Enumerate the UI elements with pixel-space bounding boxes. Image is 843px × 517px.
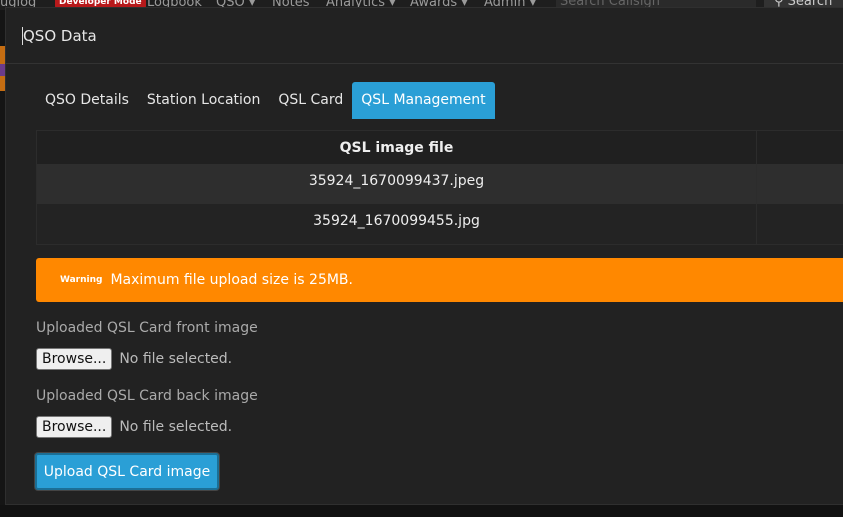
back-file-status: No file selected.	[119, 419, 233, 435]
warning-text: Maximum file upload size is 25MB.	[110, 272, 353, 288]
front-browse-button[interactable]: Browse...	[36, 348, 113, 370]
back-image-label: Uploaded QSL Card back image	[36, 388, 258, 404]
tab-qsl-card[interactable]: QSL Card	[269, 82, 352, 119]
warning-badge: Warning	[60, 275, 103, 285]
tab-qsl-management[interactable]: QSL Management	[352, 82, 495, 119]
upload-qsl-card-button[interactable]: Upload QSL Card image	[35, 453, 219, 490]
qso-data-modal: QSO Data QSO Details Station Location QS…	[5, 7, 843, 505]
front-file-status: No file selected.	[119, 351, 233, 367]
modal-title: QSO Data	[22, 26, 97, 45]
modal-tabs: QSO Details Station Location QSL Card QS…	[36, 82, 495, 119]
back-browse-button[interactable]: Browse...	[36, 416, 113, 438]
qsl-image-table: QSL image file 35924_1670099437.jpeg 359…	[36, 130, 843, 245]
table-header-row: QSL image file	[37, 131, 843, 164]
tab-station-location[interactable]: Station Location	[138, 82, 269, 119]
qsl-image-filename: 35924_1670099455.jpg	[37, 204, 757, 244]
column-header-qsl-image-file: QSL image file	[37, 131, 757, 164]
front-image-file-input: Browse... No file selected.	[36, 348, 232, 370]
upload-size-warning: Warning Maximum file upload size is 25MB…	[36, 258, 843, 302]
back-image-file-input: Browse... No file selected.	[36, 416, 232, 438]
modal-header: QSO Data	[6, 8, 843, 64]
background-bottom	[0, 505, 843, 517]
table-row: 35924_1670099437.jpeg	[37, 164, 843, 204]
front-image-label: Uploaded QSL Card front image	[36, 320, 258, 336]
qsl-image-filename: 35924_1670099437.jpeg	[37, 164, 757, 204]
tab-qso-details[interactable]: QSO Details	[36, 82, 138, 119]
table-row: 35924_1670099455.jpg	[37, 204, 843, 244]
